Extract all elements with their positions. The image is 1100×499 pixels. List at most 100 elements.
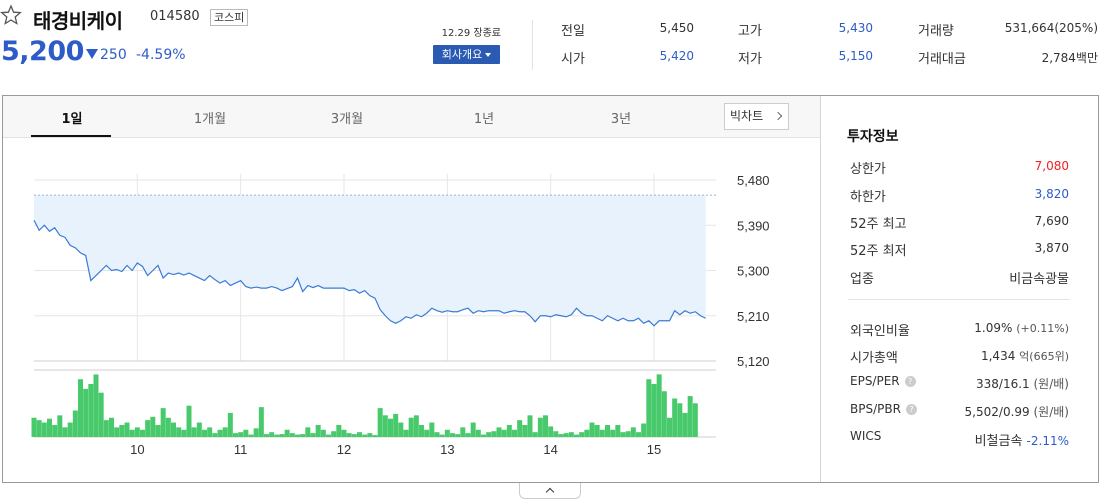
volume-bar bbox=[93, 374, 99, 437]
volume-bar bbox=[305, 427, 311, 437]
low-label: 저가 bbox=[738, 52, 762, 67]
upper-limit-value: 7,080 bbox=[1034, 159, 1069, 173]
header-divider bbox=[532, 20, 533, 70]
tab-1month[interactable]: 1개월 bbox=[160, 108, 260, 127]
volume-bar bbox=[682, 412, 688, 437]
volume-bar bbox=[284, 429, 290, 437]
volume-bar bbox=[625, 431, 631, 437]
volume-bar bbox=[522, 424, 528, 437]
tab-3month[interactable]: 3개월 bbox=[297, 108, 397, 127]
volume-bar bbox=[372, 435, 378, 437]
volume-bar bbox=[434, 432, 440, 437]
volume-bar bbox=[315, 424, 321, 437]
x-tick-label: 10 bbox=[130, 442, 144, 457]
volume-bar bbox=[403, 429, 409, 437]
52week-high-label: 52주 최고 bbox=[850, 217, 907, 232]
volume-bar bbox=[227, 412, 233, 437]
volume-bar bbox=[331, 431, 337, 437]
volume-bar bbox=[367, 433, 373, 437]
company-overview-button[interactable]: 회사개요 bbox=[433, 45, 500, 64]
volume-bar bbox=[496, 427, 502, 437]
help-icon[interactable]: ? bbox=[904, 376, 916, 387]
x-tick-label: 11 bbox=[234, 442, 248, 457]
high-value: 5,430 bbox=[838, 21, 873, 35]
volume-bar bbox=[419, 424, 424, 437]
volume-bar bbox=[145, 420, 151, 437]
collapse-toggle[interactable] bbox=[519, 483, 581, 499]
volume-bar bbox=[114, 427, 120, 437]
volume-bar bbox=[310, 433, 316, 437]
volume-bar bbox=[377, 408, 383, 437]
volume-bar bbox=[351, 434, 357, 437]
info-separator bbox=[848, 299, 1070, 300]
y-tick-label: 5,300 bbox=[737, 264, 770, 279]
volume-bar bbox=[207, 427, 213, 437]
volume-bar bbox=[72, 410, 78, 437]
low-value: 5,150 bbox=[838, 49, 873, 63]
volume-bar bbox=[346, 433, 352, 437]
volume-bar bbox=[651, 384, 657, 437]
volume-bar bbox=[238, 432, 244, 437]
volume-bar bbox=[677, 403, 683, 437]
bps-pbr-value: 5,502/0.99 (원/배) bbox=[964, 405, 1069, 419]
volume-bar bbox=[429, 422, 435, 437]
volume-bar bbox=[475, 429, 481, 437]
volume-bar bbox=[129, 429, 135, 437]
volume-bar bbox=[47, 418, 52, 437]
eps-per-label: EPS/PER? bbox=[850, 374, 916, 388]
volume-bar bbox=[52, 424, 58, 437]
volume-bar bbox=[150, 416, 156, 437]
upper-limit-label: 상한가 bbox=[850, 162, 886, 177]
volume-bar bbox=[233, 433, 238, 437]
volume-bar bbox=[661, 391, 667, 437]
volume-bar bbox=[382, 415, 388, 437]
favorite-star-icon[interactable] bbox=[0, 4, 22, 26]
volume-bar bbox=[31, 417, 37, 437]
tab-3year[interactable]: 3년 bbox=[571, 108, 671, 127]
volume-bar bbox=[326, 434, 331, 437]
volume-bar bbox=[656, 374, 662, 437]
big-chart-button[interactable]: 빅차트 bbox=[724, 103, 789, 130]
panel-divider bbox=[820, 96, 821, 482]
volume-bar bbox=[444, 429, 450, 437]
volume-bar bbox=[186, 405, 192, 437]
volume-bar bbox=[88, 384, 94, 437]
foreign-ratio-value: 1.09% (+0.11%) bbox=[974, 321, 1069, 335]
y-tick-label: 5,390 bbox=[737, 218, 770, 233]
high-label: 고가 bbox=[738, 24, 762, 39]
volume-bar bbox=[599, 429, 605, 437]
volume-bar bbox=[83, 388, 89, 437]
volume-bar bbox=[78, 379, 83, 437]
volume-bar bbox=[269, 432, 275, 437]
volume-bar bbox=[517, 420, 523, 437]
volume-bar bbox=[470, 422, 476, 437]
y-tick-label: 5,480 bbox=[737, 173, 770, 188]
tab-1day[interactable]: 1일 bbox=[22, 108, 122, 127]
price-change: 250 bbox=[100, 47, 127, 63]
volume-bar bbox=[563, 433, 569, 437]
volume-bar bbox=[289, 433, 295, 437]
volume-bar bbox=[388, 418, 393, 437]
volume-bar bbox=[165, 417, 171, 437]
prev-close-label: 전일 bbox=[561, 24, 585, 39]
volume-bar bbox=[408, 417, 414, 437]
stock-name: 태경비케이 bbox=[33, 9, 123, 33]
volume-bar bbox=[636, 432, 641, 437]
volume-bar bbox=[594, 424, 600, 437]
help-icon[interactable]: ? bbox=[905, 404, 917, 415]
volume-bar bbox=[605, 424, 610, 437]
open-value: 5,420 bbox=[659, 49, 694, 63]
volume-bar bbox=[393, 413, 399, 437]
chevron-right-icon bbox=[773, 111, 783, 121]
volume-bar bbox=[62, 427, 68, 437]
tab-1year[interactable]: 1년 bbox=[434, 108, 534, 127]
volume-bar bbox=[424, 429, 430, 437]
chart-panel: 1일 1개월 3개월 1년 3년 빅차트 5,480 5,390 5,300 5,21… bbox=[2, 95, 1099, 483]
volume-bar bbox=[568, 432, 574, 437]
volume-bar bbox=[134, 427, 140, 437]
eps-per-value: 338/16.1 (원/배) bbox=[976, 377, 1069, 391]
x-tick-label: 13 bbox=[440, 442, 454, 457]
52week-low-value: 3,870 bbox=[1034, 241, 1069, 255]
volume-bar bbox=[258, 407, 264, 437]
x-tick-label: 12 bbox=[337, 442, 351, 457]
